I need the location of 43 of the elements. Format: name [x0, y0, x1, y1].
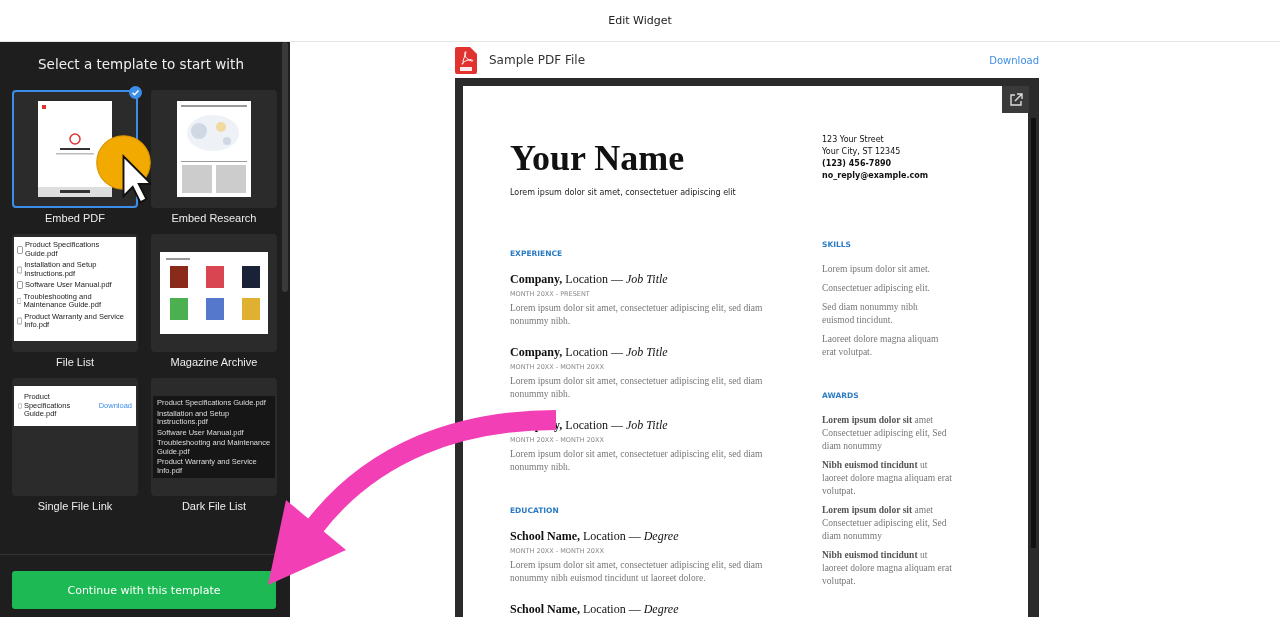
file-icon [17, 317, 23, 325]
section-item: Laoreet dolore magna aliquam erat volutpat. [822, 334, 939, 357]
section-item: Consectetuer adipiscing elit. [822, 283, 930, 293]
template-label: Dark File List [181, 500, 247, 512]
template-label: Embed Research [171, 212, 257, 224]
entry-text: Lorem ipsum dolor sit amet, consectetuer adipiscing elit, sed diam nonummy nibh euismod tincidunt ut laoreet dolore. [510, 559, 764, 585]
template-label: File List [56, 356, 94, 368]
external-link-icon [1008, 92, 1023, 107]
entry-text: Lorem ipsum dolor sit amet, consectetuer adipiscing elit, sed diam nonummy nibh. [510, 375, 764, 401]
file-icon [17, 245, 23, 254]
entry-title: Company, Location — Job Title [510, 345, 668, 359]
section-item: Nibh euismod tincidunt ut laoreet dolore magna aliquam erat volutpat. [822, 460, 952, 496]
section-item: Lorem ipsum dolor sit amet Consectetuer adipiscing elit, Sed diam nonummy [822, 505, 947, 541]
entry-title: School Name, Location — Degree [510, 602, 679, 616]
template-card[interactable] [151, 234, 277, 352]
open-external-button[interactable] [1002, 86, 1029, 113]
template-card[interactable] [151, 90, 277, 208]
resume-name: Your Name [510, 140, 686, 176]
page-title: Edit Widget [608, 14, 672, 27]
entry-text: Lorem ipsum dolor sit amet, consectetuer adipiscing elit, sed diam nonummy nibh. [510, 302, 764, 328]
resume-tagline: Lorem ipsum dolor sit amet, consectetuer adipiscing elit [510, 188, 737, 197]
file-icon [18, 402, 22, 410]
contact-line: Your City, ST 12345 [822, 146, 902, 158]
scrollbar[interactable] [282, 42, 288, 292]
file-name: Sample PDF File [489, 53, 587, 67]
entry-title: School Name, Location — Degree [510, 529, 679, 543]
contact-line: (123) 456-7890 [822, 158, 893, 170]
section-item: Sed diam nonummy nibh euismod tincidunt. [822, 302, 918, 325]
scrollbar[interactable] [1031, 118, 1036, 548]
contact-line: no_reply@example.com [822, 170, 930, 182]
check-icon [129, 86, 142, 99]
section-item: Lorem ipsum dolor sit amet. [822, 264, 930, 274]
download-link[interactable]: Download [989, 54, 1039, 66]
sidebar-title: Select a template to start with [37, 56, 245, 72]
section-item: Nibh euismod tincidunt ut laoreet dolore magna aliquam erat volutpat. [822, 550, 952, 586]
template-label: Single File Link [37, 500, 113, 512]
entry-text: Lorem ipsum dolor sit amet, consectetuer adipiscing elit, sed diam nonummy nibh. [510, 448, 764, 474]
contact-line: 123 Your Street [822, 134, 885, 146]
template-label: Embed PDF [45, 212, 105, 224]
template-label: Magazine Archive [170, 356, 258, 368]
entry-title: Company, Location — Job Title [510, 272, 668, 286]
pdf-icon [455, 46, 477, 74]
section-item: Lorem ipsum dolor sit amet Consectetuer adipiscing elit, Sed diam nonummy [822, 415, 947, 451]
